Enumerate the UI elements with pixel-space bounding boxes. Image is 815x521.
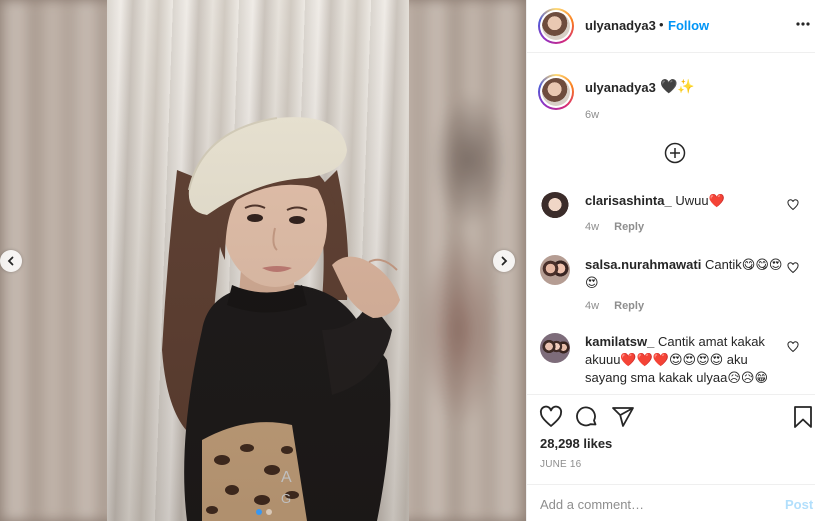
author-username[interactable]: ulyanadya3 bbox=[585, 18, 656, 33]
comment-text: Uwuu❤️ bbox=[675, 193, 725, 208]
post-header: ulyanadya3 • Follow bbox=[527, 0, 815, 53]
comment-timestamp[interactable]: 4w bbox=[585, 300, 599, 312]
chevron-right-icon bbox=[501, 256, 508, 266]
carousel-next-button[interactable] bbox=[493, 250, 515, 272]
heart-icon[interactable] bbox=[539, 405, 563, 429]
carousel-indicator bbox=[256, 509, 272, 515]
more-horizontal-icon bbox=[796, 22, 810, 26]
commenter-avatar[interactable] bbox=[540, 255, 570, 285]
comment-icon[interactable] bbox=[575, 405, 599, 429]
comments-list[interactable]: clarisashinta_ Uwuu❤️ 4w Reply salsa.nur… bbox=[527, 176, 815, 394]
more-options-button[interactable] bbox=[795, 14, 811, 34]
caption-avatar[interactable] bbox=[538, 74, 574, 110]
caption-timestamp[interactable]: 6w bbox=[585, 109, 599, 121]
post-photo[interactable] bbox=[107, 0, 409, 521]
author-avatar[interactable] bbox=[538, 8, 574, 44]
heart-icon[interactable] bbox=[787, 341, 799, 353]
plus-circle-icon[interactable] bbox=[664, 142, 686, 164]
commenter-username[interactable]: clarisashinta_ bbox=[585, 193, 672, 208]
commenter-avatar[interactable] bbox=[540, 333, 570, 363]
follow-button[interactable]: Follow bbox=[668, 18, 709, 33]
carousel-dot-active bbox=[256, 509, 262, 515]
caption-text: 🖤✨ bbox=[660, 78, 695, 94]
reply-button[interactable]: Reply bbox=[614, 300, 644, 312]
add-comment-input[interactable] bbox=[540, 497, 770, 512]
caption-username[interactable]: ulyanadya3 bbox=[585, 80, 656, 95]
post-date[interactable]: JUNE 16 bbox=[540, 459, 581, 470]
offscreen-text-g: G bbox=[281, 491, 292, 506]
post-comment-button[interactable]: Post bbox=[785, 497, 813, 512]
heart-icon[interactable] bbox=[787, 262, 799, 274]
post-actions: 28,298 likes JUNE 16 Post bbox=[527, 394, 815, 521]
chevron-left-icon bbox=[7, 256, 14, 266]
post-side-panel: ulyanadya3 • Follow ulyanadya3 🖤✨ 6w cla… bbox=[526, 0, 815, 521]
heart-icon[interactable] bbox=[787, 199, 799, 211]
likes-count[interactable]: 28,298 likes bbox=[540, 436, 612, 451]
carousel-dot bbox=[266, 509, 272, 515]
separator-dot: • bbox=[659, 17, 664, 32]
commenter-username[interactable]: kamilatsw_ bbox=[585, 334, 654, 349]
commenter-username[interactable]: salsa.nurahmawati bbox=[585, 257, 701, 272]
commenter-avatar[interactable] bbox=[540, 192, 570, 222]
reply-button[interactable]: Reply bbox=[614, 221, 644, 233]
offscreen-text-a: A bbox=[281, 469, 292, 486]
comment-timestamp[interactable]: 4w bbox=[585, 221, 599, 233]
bookmark-icon[interactable] bbox=[791, 405, 815, 429]
post-media[interactable] bbox=[0, 0, 526, 521]
share-icon[interactable] bbox=[611, 405, 635, 429]
carousel-prev-button[interactable] bbox=[0, 250, 22, 272]
add-comment-bar: Post bbox=[527, 484, 815, 521]
